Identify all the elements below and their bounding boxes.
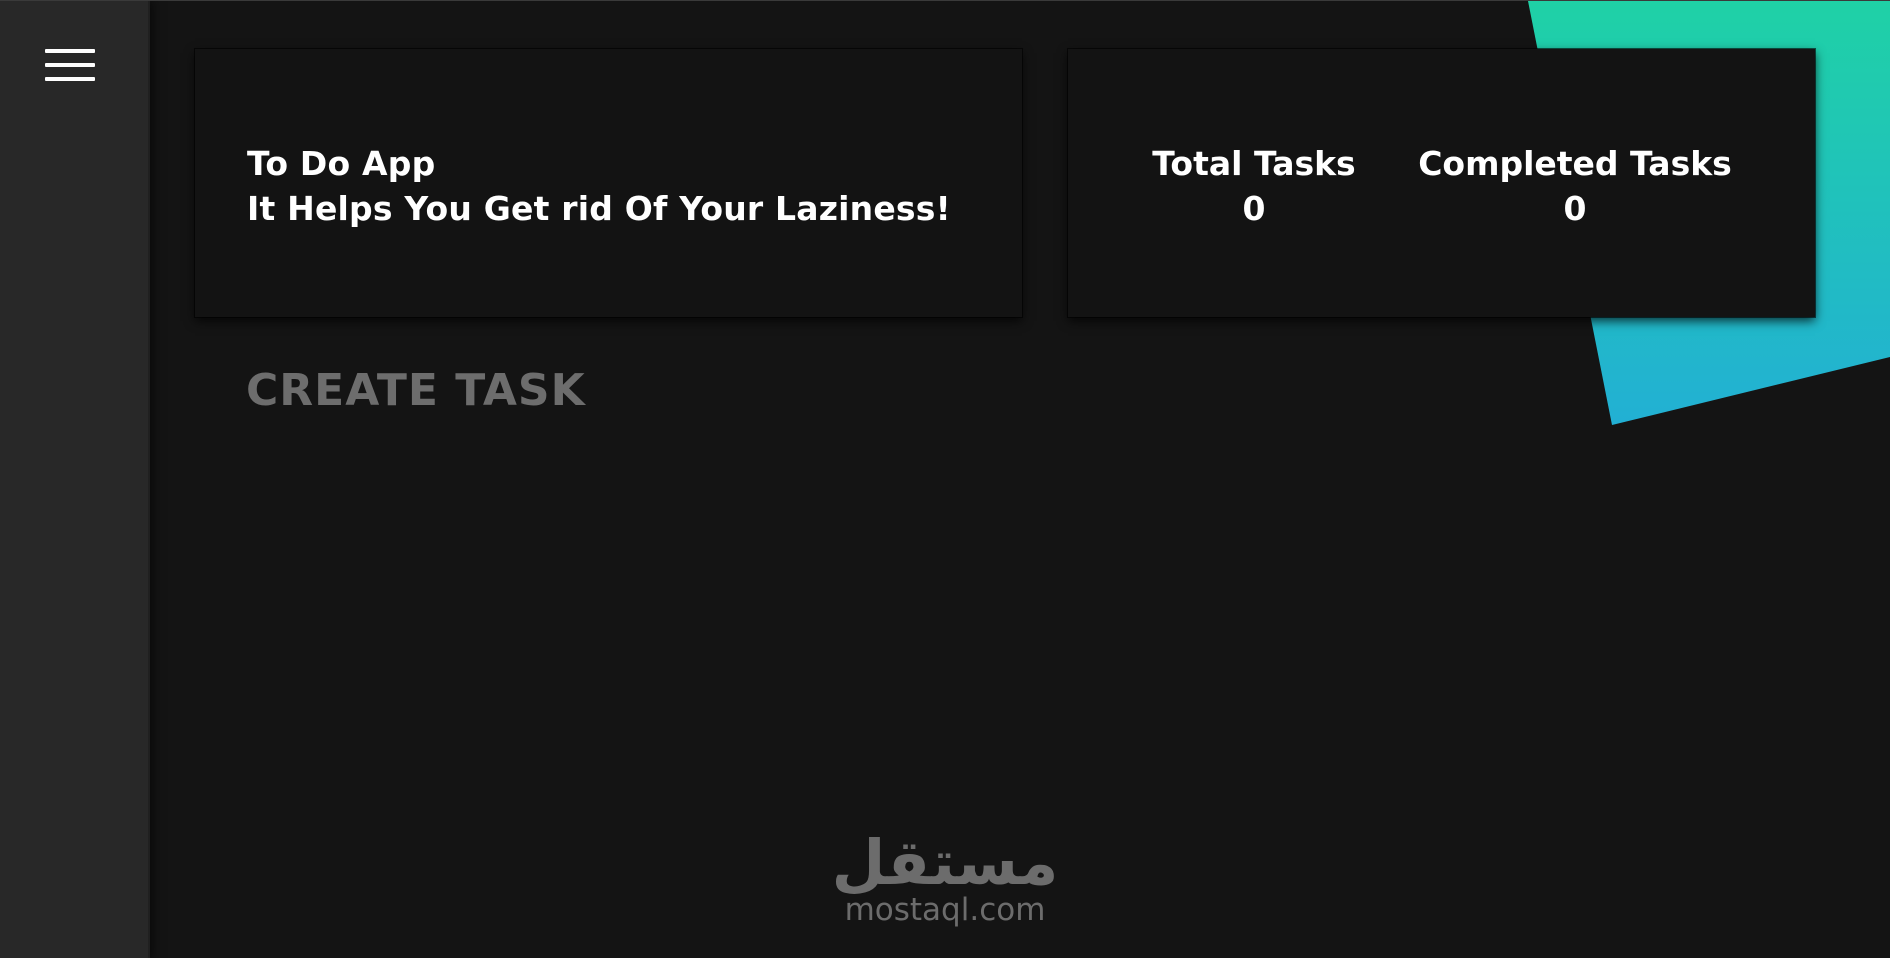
total-tasks-value: 0 — [1242, 189, 1266, 228]
sidebar — [0, 1, 150, 958]
completed-tasks-stat: Completed Tasks 0 — [1405, 141, 1745, 231]
hamburger-menu-icon[interactable] — [41, 47, 99, 87]
stats-card: Total Tasks 0 Completed Tasks 0 — [1068, 49, 1815, 317]
menu-bar — [45, 63, 95, 67]
watermark: مستقل mostaql.com — [800, 826, 1090, 928]
app-page: To Do App It Helps You Get rid Of Your L… — [0, 0, 1890, 958]
mostaql-logo: مستقل — [832, 826, 1059, 894]
app-title-block: To Do App It Helps You Get rid Of Your L… — [247, 141, 951, 231]
menu-bar — [45, 49, 95, 53]
menu-bar — [45, 77, 95, 81]
total-tasks-stat: Total Tasks 0 — [1144, 141, 1364, 231]
watermark-url: mostaql.com — [844, 892, 1046, 928]
completed-tasks-value: 0 — [1563, 189, 1587, 228]
completed-tasks-label: Completed Tasks — [1418, 144, 1732, 183]
app-title: To Do App — [247, 144, 436, 183]
app-tagline: It Helps You Get rid Of Your Laziness! — [247, 189, 951, 228]
app-title-card: To Do App It Helps You Get rid Of Your L… — [195, 49, 1022, 317]
logo-text: مستقل — [832, 826, 1059, 894]
create-task-button[interactable]: CREATE TASK — [246, 365, 586, 416]
total-tasks-label: Total Tasks — [1152, 144, 1356, 183]
